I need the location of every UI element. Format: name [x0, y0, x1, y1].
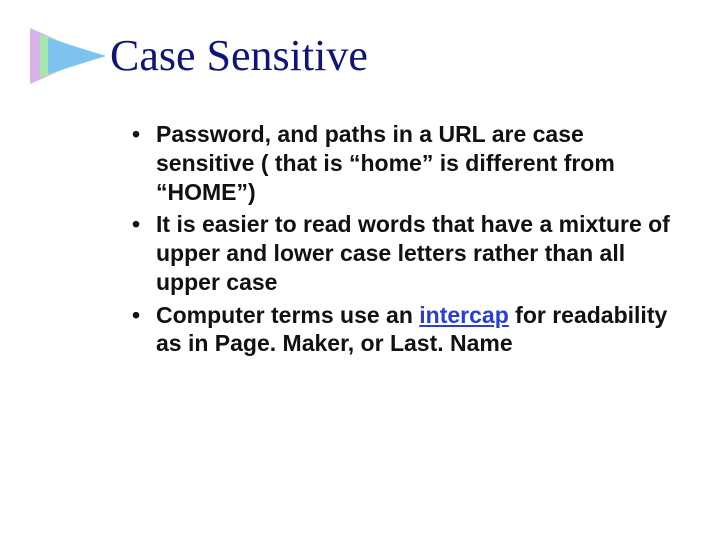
intercap-link[interactable]: intercap: [419, 302, 508, 328]
bullet-text-part: Computer terms use an: [156, 302, 419, 328]
corner-triangle-icon: [30, 28, 108, 84]
bullet-item: Password, and paths in a URL are case se…: [128, 120, 688, 206]
slide-body: Password, and paths in a URL are case se…: [128, 120, 688, 362]
bullet-item: It is easier to read words that have a m…: [128, 210, 688, 296]
slide-title: Case Sensitive: [110, 30, 368, 81]
slide: Case Sensitive Password, and paths in a …: [0, 0, 720, 540]
bullet-item: Computer terms use an intercap for reada…: [128, 301, 688, 359]
